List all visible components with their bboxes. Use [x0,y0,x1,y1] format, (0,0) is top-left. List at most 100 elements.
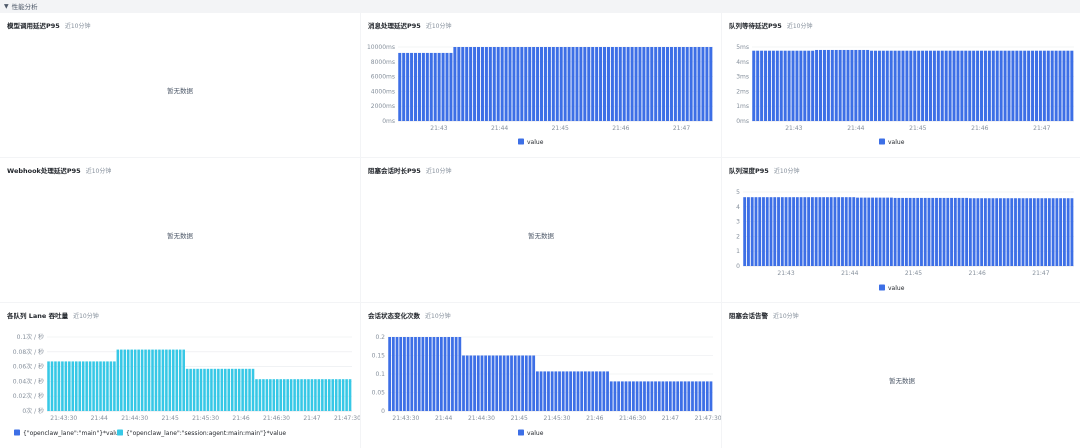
bar[interactable] [454,337,458,411]
bar[interactable] [81,361,85,411]
bar[interactable] [819,49,823,121]
bar[interactable] [810,197,814,266]
bar[interactable] [500,47,504,121]
bar[interactable] [532,47,536,121]
bar[interactable] [576,371,580,411]
bar[interactable] [199,368,203,411]
bar[interactable] [908,197,912,266]
bar[interactable] [991,198,995,266]
bar[interactable] [780,197,784,266]
bar[interactable] [458,337,462,411]
bar[interactable] [743,197,747,266]
bar[interactable] [196,368,199,411]
bar[interactable] [822,49,826,121]
bar[interactable] [691,381,694,411]
bar[interactable] [858,49,862,121]
legend-label[interactable]: value [888,285,905,292]
bar[interactable] [886,197,890,266]
bar[interactable] [543,371,547,411]
bar[interactable] [905,50,909,122]
bar[interactable] [1017,198,1021,266]
bar[interactable] [296,379,300,411]
bar[interactable] [520,47,524,121]
bar[interactable] [495,355,499,412]
bar[interactable] [771,50,775,122]
bar[interactable] [513,355,517,412]
bar[interactable] [1066,50,1070,122]
bar[interactable] [752,50,756,122]
bar[interactable] [942,197,946,266]
bar[interactable] [425,52,429,121]
bar[interactable] [618,47,622,121]
bar[interactable] [255,379,258,411]
bar[interactable] [624,381,628,411]
legend-swatch[interactable] [518,138,524,145]
bar[interactable] [773,197,777,266]
bar[interactable] [437,52,441,121]
bar[interactable] [972,198,976,266]
bar[interactable] [1029,198,1032,266]
bar[interactable] [425,337,428,411]
bar[interactable] [469,47,473,121]
bar[interactable] [889,50,893,122]
bar[interactable] [524,355,528,412]
bar[interactable] [441,52,445,121]
bar[interactable] [210,368,213,411]
chevron-down-icon[interactable]: ▼ [4,3,9,10]
bar[interactable] [559,47,563,121]
bar[interactable] [807,50,811,122]
bar[interactable] [901,50,905,122]
bar[interactable] [102,361,106,411]
bar[interactable] [873,50,878,122]
bar[interactable] [871,197,874,266]
bar[interactable] [995,50,999,122]
bar[interactable] [551,47,555,121]
bar[interactable] [428,337,432,411]
bar[interactable] [317,379,321,411]
bar[interactable] [345,379,348,411]
bar[interactable] [182,349,185,411]
bar[interactable] [681,47,685,121]
chart-msg-latency[interactable]: 0ms 2000ms 4000ms 6000ms 8000ms 10000ms 21:43 2… [361,13,721,157]
bar[interactable] [829,197,833,266]
bar[interactable] [88,361,92,411]
bar[interactable] [417,337,421,411]
bar[interactable] [126,349,130,411]
bar[interactable] [147,349,151,411]
bar[interactable] [555,47,559,121]
bar[interactable] [473,47,477,121]
bar[interactable] [709,381,713,411]
bar[interactable] [927,197,931,266]
bar[interactable] [220,368,224,411]
bar[interactable] [272,379,276,411]
bar[interactable] [421,337,425,411]
bar[interactable] [528,47,532,121]
bar[interactable] [995,198,999,266]
bar[interactable] [151,349,154,411]
bar[interactable] [462,355,465,412]
bar[interactable] [1042,50,1046,122]
bar[interactable] [324,379,328,411]
bar[interactable] [203,368,206,411]
legend-swatch[interactable] [518,429,524,436]
bar[interactable] [227,368,231,411]
bar[interactable] [803,197,807,266]
bar[interactable] [965,197,969,266]
bar[interactable] [54,361,57,411]
bar[interactable] [799,50,803,122]
bar[interactable] [293,379,296,411]
bar[interactable] [307,379,310,411]
bar[interactable] [92,361,95,411]
bar[interactable] [123,349,127,411]
bar[interactable] [904,197,908,266]
bar[interactable] [687,381,691,411]
bar[interactable] [575,47,579,121]
bar[interactable] [432,337,436,411]
legend-swatch[interactable] [117,429,123,436]
bar[interactable] [433,52,437,121]
bar[interactable] [484,47,488,121]
bar[interactable] [897,197,901,266]
bar[interactable] [826,49,830,121]
bar[interactable] [447,337,451,411]
bar[interactable] [694,381,698,411]
